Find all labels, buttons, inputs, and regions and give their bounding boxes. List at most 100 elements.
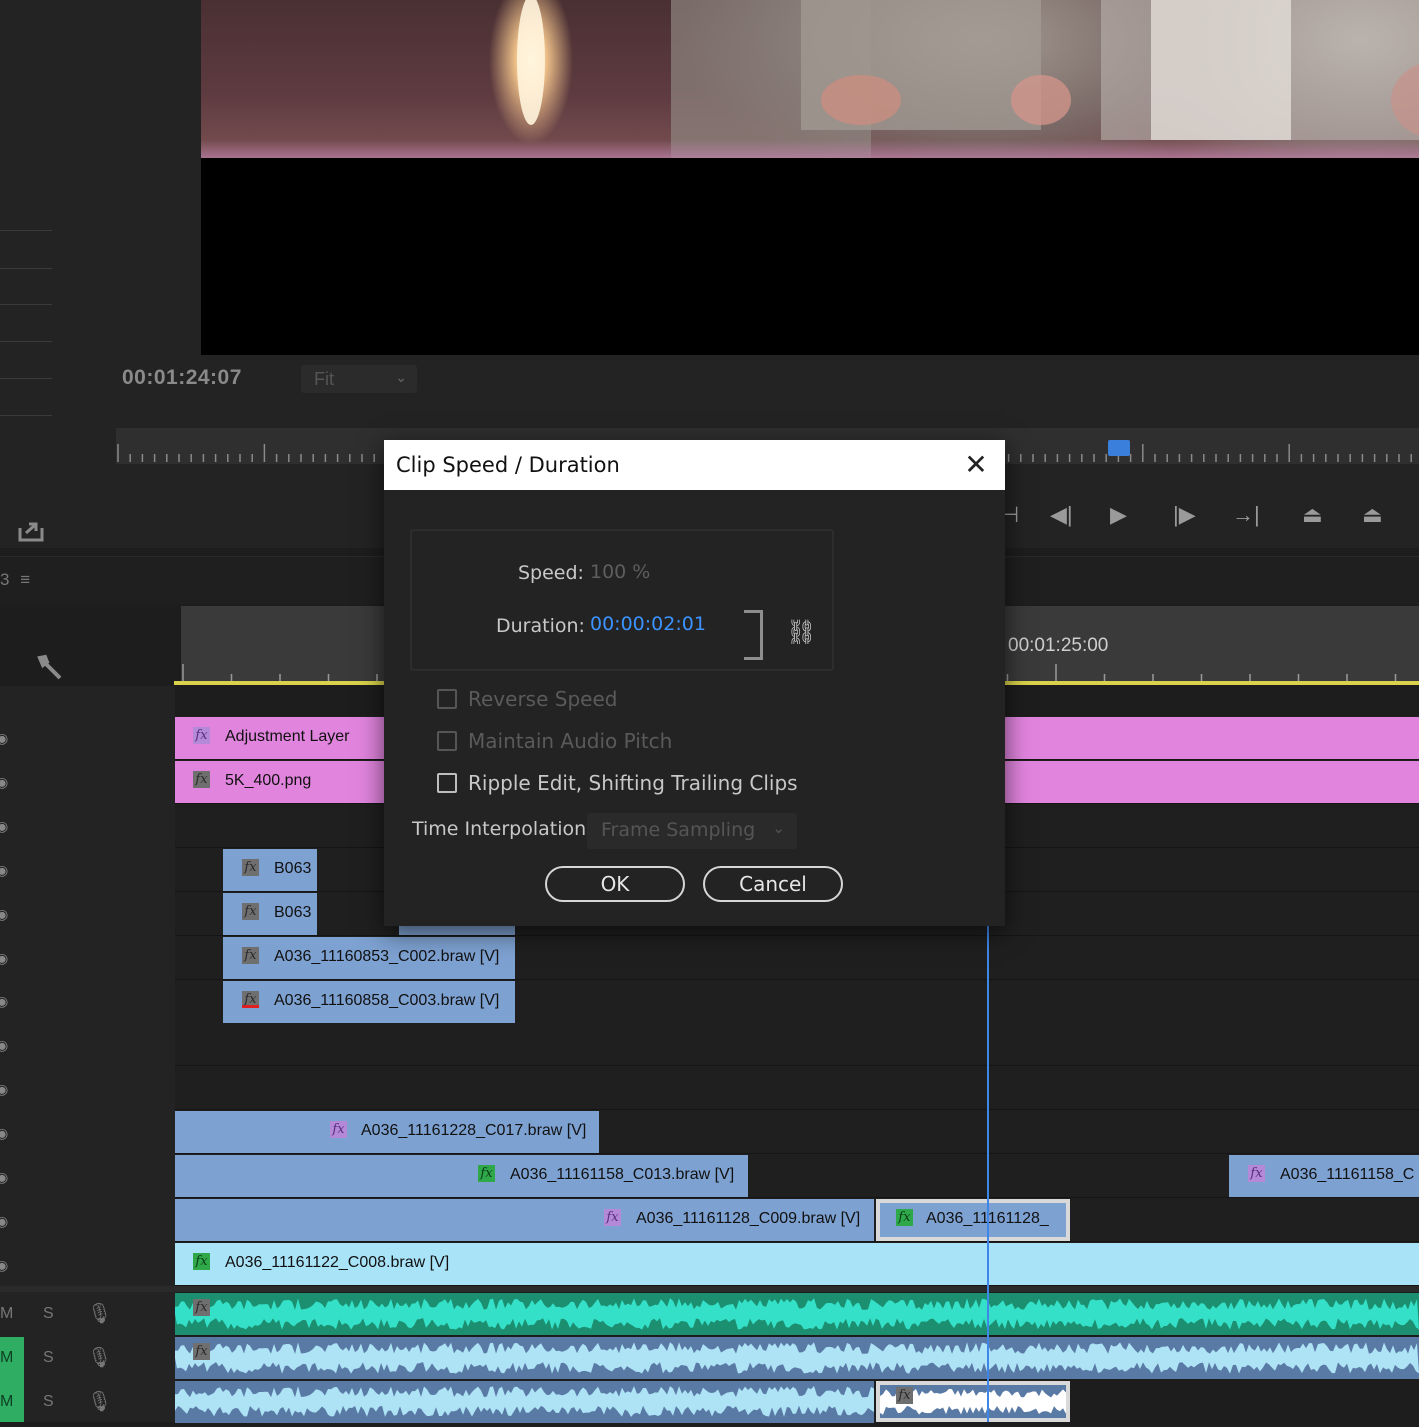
- link-icon[interactable]: ⛓: [786, 618, 816, 647]
- checkbox-label: Maintain Audio Pitch: [468, 729, 673, 753]
- microphone-icon[interactable]: 🎙: [87, 1345, 112, 1370]
- clip-label: Adjustment Layer: [225, 728, 350, 745]
- eye-icon[interactable]: ◉: [0, 1213, 8, 1230]
- audio-clip-a2[interactable]: fx: [175, 1337, 1419, 1379]
- audio-divider: [0, 1286, 1419, 1292]
- eye-icon[interactable]: ◉: [0, 774, 8, 791]
- video-edge: [201, 140, 1419, 158]
- select-value: Frame Sampling: [601, 819, 756, 841]
- timeline-clip[interactable]: fx A036_11161122_C008.braw [V]: [175, 1243, 1419, 1285]
- playhead-line[interactable]: [987, 926, 989, 1422]
- waveform-shape: [175, 1298, 1419, 1330]
- playhead-timecode[interactable]: 00:01:24:07: [122, 366, 242, 390]
- audio-clip-a1[interactable]: fx: [175, 1293, 1419, 1335]
- solo-toggle[interactable]: S: [43, 1393, 54, 1411]
- wrench-icon[interactable]: [36, 654, 64, 682]
- eye-icon[interactable]: ◉: [0, 1257, 8, 1274]
- play-icon[interactable]: ▶: [1110, 502, 1127, 528]
- track-row-empty: [175, 1022, 1419, 1066]
- clip-label: A036_11161128_C009.braw [V]: [636, 1210, 861, 1227]
- fx-badge-icon: fx: [604, 1209, 621, 1226]
- solo-toggle[interactable]: S: [43, 1305, 54, 1323]
- checkbox-box[interactable]: [437, 689, 457, 709]
- clip-label: B063: [274, 904, 312, 921]
- project-panel: [0, 0, 89, 548]
- step-back-icon[interactable]: ◀|: [1050, 502, 1073, 528]
- track-row-empty: [175, 1066, 1419, 1110]
- cancel-button[interactable]: Cancel: [703, 866, 843, 902]
- panel-divider: [0, 304, 52, 305]
- fx-badge-icon: fx: [193, 1299, 210, 1316]
- sequence-tab-menu[interactable]: 3 ≡: [0, 570, 30, 590]
- clip-label: A036_11161158_C: [1280, 1166, 1415, 1183]
- eye-icon[interactable]: ◉: [0, 818, 8, 835]
- extract-icon[interactable]: ⏏: [1362, 502, 1383, 528]
- panel-divider: [0, 268, 52, 269]
- fx-badge-icon: fx: [1248, 1165, 1265, 1182]
- speed-label: Speed:: [518, 562, 584, 584]
- timeline-clip[interactable]: fx A036_11161228_C017.braw [V]: [175, 1111, 599, 1153]
- microphone-icon[interactable]: 🎙: [87, 1389, 112, 1414]
- eye-icon[interactable]: ◉: [0, 862, 8, 879]
- clip-speed-duration-dialog: Clip Speed / Duration ✕ Speed: 100 % Dur…: [384, 440, 1005, 926]
- timeline-clip[interactable]: fx A036_11161158_C013.braw [V]: [175, 1155, 748, 1197]
- timeline-clip-selected[interactable]: fx A036_11161128_: [876, 1199, 1070, 1241]
- checkbox-box[interactable]: [437, 731, 457, 751]
- mute-toggle[interactable]: M: [0, 1393, 13, 1411]
- timeline-clip[interactable]: fx A036_11161128_C009.braw [V]: [175, 1199, 874, 1241]
- timeline-clip[interactable]: fx A036_11160853_C002.braw [V]: [223, 937, 515, 979]
- zoom-level-value: Fit: [314, 369, 334, 389]
- ok-button[interactable]: OK: [545, 866, 685, 902]
- export-frame-icon[interactable]: [16, 520, 46, 542]
- playhead-marker[interactable]: [1108, 440, 1131, 456]
- audio-clip-a3[interactable]: [175, 1381, 874, 1423]
- eye-icon[interactable]: ◉: [0, 730, 8, 747]
- clip-label: A036_11161122_C008.braw [V]: [225, 1254, 450, 1271]
- eye-icon[interactable]: ◉: [0, 993, 8, 1010]
- mute-toggle[interactable]: M: [0, 1305, 13, 1323]
- waveform-shape: [175, 1342, 1419, 1374]
- audio-waveform: [175, 1386, 874, 1417]
- microphone-icon[interactable]: 🎙: [87, 1301, 112, 1326]
- hamburger-menu-icon[interactable]: ≡: [20, 570, 30, 589]
- fx-badge-icon: fx: [242, 991, 259, 1008]
- letterbox: [201, 158, 1419, 355]
- go-to-out-icon[interactable]: →|: [1232, 502, 1260, 528]
- speed-field[interactable]: 100 %: [590, 561, 650, 583]
- fx-badge-icon: fx: [242, 947, 259, 964]
- audio-waveform: [175, 1342, 1419, 1374]
- panel-divider: [0, 415, 52, 416]
- fx-badge-icon: fx: [193, 1253, 210, 1270]
- timeline-clip[interactable]: fx B063: [223, 893, 317, 935]
- clip-label: 5K_400.png: [225, 772, 312, 789]
- timeline-clip[interactable]: fx B063: [223, 849, 317, 891]
- close-icon[interactable]: ✕: [960, 449, 992, 481]
- fx-badge-icon: fx: [193, 1343, 210, 1360]
- audio-clip-selected[interactable]: fx: [876, 1381, 1070, 1422]
- eye-icon[interactable]: ◉: [0, 950, 8, 967]
- mute-toggle[interactable]: M: [0, 1349, 13, 1367]
- eye-icon[interactable]: ◉: [0, 1125, 8, 1142]
- checkbox-box[interactable]: [437, 773, 457, 793]
- step-forward-icon[interactable]: |▶: [1173, 502, 1196, 528]
- waveform-shape: [175, 1386, 874, 1417]
- eye-icon[interactable]: ◉: [0, 1081, 8, 1098]
- audio-waveform: [175, 1298, 1419, 1330]
- eye-icon[interactable]: ◉: [0, 1169, 8, 1186]
- duration-label: Duration:: [496, 615, 585, 637]
- fx-badge-icon: fx: [242, 859, 259, 876]
- clip-label: A036_11160853_C002.braw [V]: [274, 948, 500, 965]
- duration-field[interactable]: 00:00:02:01: [590, 613, 706, 635]
- timeline-clip[interactable]: fx A036_11160858_C003.braw [V]: [223, 981, 515, 1023]
- eye-icon[interactable]: ◉: [0, 906, 8, 923]
- fx-badge-icon: fx: [896, 1209, 913, 1226]
- clip-label: A036_11161158_C013.braw [V]: [510, 1166, 735, 1183]
- time-interpolation-label: Time Interpolation:: [412, 818, 593, 840]
- timeline-clip[interactable]: fx A036_11161158_C: [1229, 1155, 1419, 1197]
- speed-duration-group: [410, 529, 834, 671]
- time-interpolation-select[interactable]: Frame Sampling ⌄: [587, 813, 797, 849]
- zoom-level-select[interactable]: Fit ⌄: [301, 365, 417, 393]
- lift-icon[interactable]: ⏏: [1302, 502, 1323, 528]
- solo-toggle[interactable]: S: [43, 1349, 54, 1367]
- eye-icon[interactable]: ◉: [0, 1037, 8, 1054]
